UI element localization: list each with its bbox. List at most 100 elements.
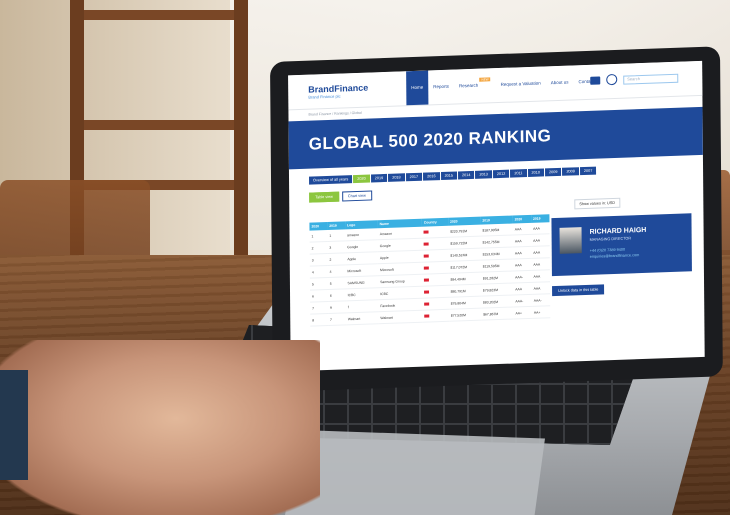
filter-year[interactable]: 2012 xyxy=(492,169,510,179)
table-cell: AAA xyxy=(512,246,532,260)
flag-icon xyxy=(424,277,430,282)
flag-icon xyxy=(424,313,430,318)
table-cell: $67,867M xyxy=(481,307,514,321)
country-flag-icon xyxy=(422,297,449,311)
chart-view-button[interactable]: Chart view xyxy=(341,190,372,202)
currency-select[interactable]: Show values in: USD xyxy=(574,197,621,210)
table-cell: 8 xyxy=(310,313,329,327)
nav-about[interactable]: About us xyxy=(546,65,574,100)
filter-year[interactable]: 2010 xyxy=(527,168,545,178)
laptop-screen: BrandFinance Brand Finance plc Home Repo… xyxy=(288,60,705,372)
flag-icon xyxy=(424,289,430,294)
new-badge: NEW xyxy=(479,77,491,82)
table-cell: 1 xyxy=(309,230,328,243)
main-nav: Home Reports Research NEW Request a Valu… xyxy=(406,64,605,106)
flag-icon xyxy=(423,241,430,246)
country-flag-icon xyxy=(422,285,449,299)
logo-subtext: Brand Finance plc xyxy=(308,93,341,100)
table-cell: AAA xyxy=(531,257,550,271)
avatar xyxy=(559,227,582,254)
search-input[interactable]: Search xyxy=(623,73,679,85)
table-cell: AAA xyxy=(531,281,551,295)
breadcrumb: Brand Finance / Rankings / Global xyxy=(308,110,362,117)
filter-year[interactable]: 2009 xyxy=(544,167,562,177)
laptop-screen-bezel: BrandFinance Brand Finance plc Home Repo… xyxy=(270,46,723,392)
table-cell: 7 xyxy=(327,312,346,326)
table-cell: Walmart xyxy=(378,310,423,324)
year-filters: Overview of all years 2020 2019 2018 201… xyxy=(309,166,597,185)
table-cell: 5 xyxy=(327,276,346,290)
contact-role: MANAGING DIRECTOR xyxy=(589,236,632,242)
ranking-table: 2020 2019 Logo Name Country 2020 2019 20… xyxy=(309,214,551,327)
basket-icon[interactable] xyxy=(590,76,601,85)
table-cell: 3 xyxy=(327,240,346,254)
contact-email[interactable]: enquiries@brandfinance.com xyxy=(590,253,639,259)
table-cell: 4 xyxy=(309,265,328,279)
table-cell: AAA xyxy=(531,245,550,259)
nav-home[interactable]: Home xyxy=(406,70,429,106)
country-flag-icon xyxy=(422,273,449,287)
hero-banner: GLOBAL 500 2020 RANKING xyxy=(288,106,703,170)
table-cell: AAA xyxy=(512,234,532,248)
flag-icon xyxy=(424,301,430,306)
table-cell: AAA xyxy=(531,269,550,283)
table-cell: AA+ xyxy=(513,306,532,320)
unlock-data-button[interactable]: Unlock data in this table xyxy=(552,284,605,297)
contact-phone[interactable]: +44 (0)20 7389 9400 xyxy=(590,248,625,253)
photo-scene: BrandFinance Brand Finance plc Home Repo… xyxy=(0,0,730,515)
contact-name: RICHARD HAIGH xyxy=(589,226,647,236)
table-cell: AAA- xyxy=(513,270,532,284)
nav-research[interactable]: Research NEW xyxy=(454,68,496,103)
table-cell: AAA xyxy=(512,258,532,272)
table-cell: 2 xyxy=(327,252,346,266)
filter-year[interactable]: 2020 xyxy=(353,174,370,184)
table-cell: AAA- xyxy=(531,293,551,307)
page-title: GLOBAL 500 2020 RANKING xyxy=(308,126,552,154)
filter-year[interactable]: 2008 xyxy=(562,167,579,176)
table-cell: AAA xyxy=(513,282,532,296)
table-cell: 6 xyxy=(327,288,346,302)
table-cell: 5 xyxy=(309,277,328,291)
table-cell: 2 xyxy=(309,241,328,255)
table-cell: Walmart xyxy=(345,311,379,325)
filter-year[interactable]: 2013 xyxy=(475,170,492,179)
table-cell: 1 xyxy=(327,229,346,242)
country-flag-icon xyxy=(422,261,449,275)
nav-reports[interactable]: Reports xyxy=(428,70,454,105)
filter-year[interactable]: 2014 xyxy=(457,170,475,180)
country-flag-icon xyxy=(421,237,449,251)
filter-year[interactable]: 2011 xyxy=(510,169,527,178)
view-toggle: Table view Chart view xyxy=(309,190,375,203)
table-cell: AAA xyxy=(531,233,550,247)
laptop-trackpad[interactable] xyxy=(285,430,545,515)
nav-valuation[interactable]: Request a Valuation xyxy=(495,66,545,102)
filter-year[interactable]: 2017 xyxy=(405,172,423,182)
table-cell: AA+ xyxy=(531,305,551,319)
table-cell: 7 xyxy=(310,301,328,315)
flag-icon xyxy=(423,229,429,234)
filter-year[interactable]: 2007 xyxy=(579,166,597,176)
filter-year[interactable]: 2019 xyxy=(370,173,388,183)
table-cell: 4 xyxy=(327,264,346,278)
table-view-button[interactable]: Table view xyxy=(309,191,339,203)
table-cell: 6 xyxy=(310,289,328,303)
table-cell: 9 xyxy=(327,300,346,314)
brand-logo[interactable]: BrandFinance Brand Finance plc xyxy=(308,83,368,100)
country-flag-icon xyxy=(422,249,449,263)
user-hand xyxy=(0,340,320,515)
table-cell: AAA- xyxy=(513,294,532,308)
country-flag-icon xyxy=(422,309,449,323)
contact-card: RICHARD HAIGH MANAGING DIRECTOR +44 (0)2… xyxy=(551,213,692,277)
flag-icon xyxy=(424,253,430,258)
filter-year[interactable]: 2016 xyxy=(423,172,440,181)
table-cell: 3 xyxy=(309,253,328,267)
table-cell: $77,520M xyxy=(448,308,482,322)
user-sleeve xyxy=(0,370,28,480)
filter-all-years[interactable]: Overview of all years xyxy=(309,175,353,185)
site-header: BrandFinance Brand Finance plc Home Repo… xyxy=(288,60,703,111)
table-cell: AAA xyxy=(531,222,550,235)
filter-year[interactable]: 2018 xyxy=(388,173,405,182)
user-icon[interactable] xyxy=(606,73,618,86)
flag-icon xyxy=(424,265,430,270)
filter-year[interactable]: 2015 xyxy=(440,171,458,181)
